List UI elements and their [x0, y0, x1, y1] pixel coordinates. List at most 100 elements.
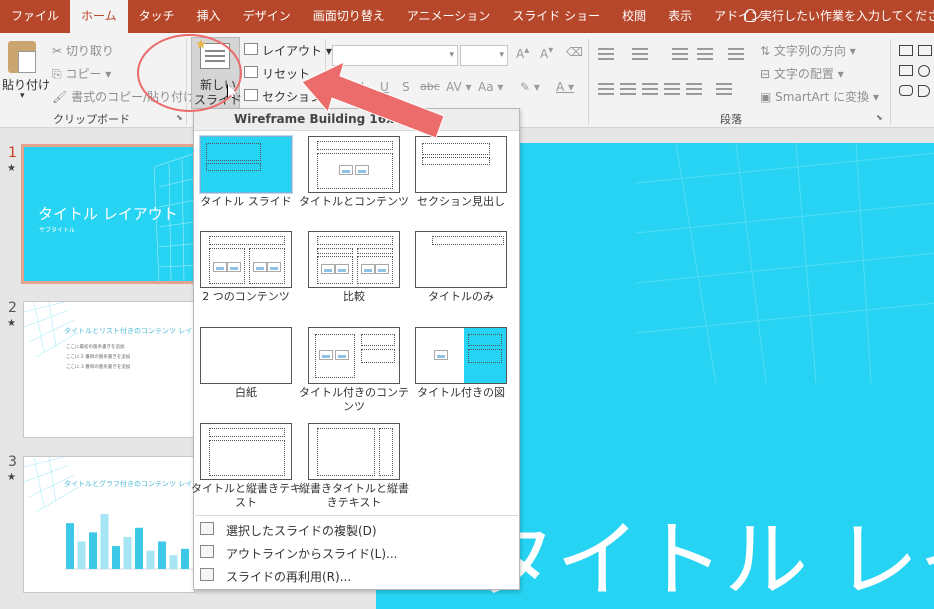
- placeholder: [361, 334, 395, 346]
- menu-item-label: アウトラインからスライド(L)...: [226, 547, 398, 561]
- shrink-font-icon[interactable]: A▾: [540, 45, 553, 61]
- chart-icon: [227, 262, 241, 272]
- paste-button[interactable]: 貼り付け: [2, 76, 50, 93]
- layout-label: 縦書きタイトルと縦書きテキスト: [299, 482, 409, 509]
- font-color-icon[interactable]: A ▾: [556, 80, 574, 94]
- main-slide-title[interactable]: タイトル レイアウト: [472, 493, 934, 609]
- decrease-indent-icon[interactable]: [672, 48, 688, 60]
- slide-number-2: 2: [8, 300, 17, 316]
- tab-animations[interactable]: アニメーション: [396, 0, 502, 33]
- tab-view[interactable]: 表示: [657, 0, 703, 33]
- align-text-button[interactable]: ⊟ 文字の配置 ▾: [760, 65, 844, 82]
- thumb-bullet: ここに 3 番目の箇条書きを追加: [66, 365, 131, 370]
- slide-thumbnail-3[interactable]: タイトルとグラフ付きのコンテンツ レイアウト: [23, 456, 195, 593]
- lightbulb-icon: [745, 9, 756, 22]
- layout-blank[interactable]: [200, 327, 292, 384]
- text-box-shape-icon[interactable]: [899, 45, 913, 56]
- copy-button[interactable]: ⎘ コピー ▾: [52, 65, 111, 82]
- annotation-arrow: [301, 61, 445, 139]
- reuse-slides-icon: [200, 568, 214, 581]
- layout-button[interactable]: レイアウト ▾: [262, 42, 332, 59]
- picture-icon: [213, 262, 227, 272]
- separator: [890, 39, 891, 125]
- layout-title-vertical-text[interactable]: [200, 423, 292, 480]
- text-direction-button[interactable]: ⇅ 文字列の方向 ▾: [760, 42, 856, 59]
- tab-file[interactable]: ファイル: [0, 0, 70, 33]
- chart-bar: [77, 541, 86, 569]
- distribute-icon[interactable]: [686, 83, 702, 95]
- chart-icon: [335, 350, 349, 360]
- placeholder: [468, 349, 502, 363]
- picture-icon: [321, 264, 335, 274]
- increase-indent-icon[interactable]: [697, 48, 713, 60]
- picture-icon: [339, 165, 353, 175]
- cut-button[interactable]: ✂ 切り取り: [52, 42, 114, 59]
- layout-two-content[interactable]: [200, 231, 292, 288]
- tab-touch[interactable]: タッチ: [128, 0, 186, 33]
- reuse-slides-menu-item[interactable]: スライドの再利用(R)...: [194, 565, 519, 585]
- highlight-icon[interactable]: ✎ ▾: [520, 80, 540, 94]
- paste-icon[interactable]: [8, 41, 36, 73]
- paste-dropdown-icon[interactable]: ▾: [20, 91, 25, 101]
- rounded-rect-shape-icon[interactable]: [899, 85, 913, 96]
- paragraph-launcher-icon[interactable]: ⬊: [876, 113, 883, 122]
- thumb-title: タイトル レイアウト: [38, 205, 178, 223]
- placeholder: [468, 334, 502, 346]
- tab-transitions[interactable]: 画面切り替え: [302, 0, 396, 33]
- oval-shape-icon[interactable]: [918, 65, 930, 77]
- tell-me-box[interactable]: 実行したい作業を入力してください: [745, 0, 934, 33]
- placeholder: [357, 248, 393, 254]
- tab-home[interactable]: ホーム: [70, 0, 128, 33]
- line-spacing-icon[interactable]: [728, 48, 744, 60]
- duplicate-slide-menu-item[interactable]: 選択したスライドの複製(D): [194, 519, 519, 539]
- chart-bar: [135, 527, 143, 569]
- clear-format-icon[interactable]: ⌫: [566, 45, 583, 59]
- layout-label: タイトルと縦書きテキスト: [191, 482, 301, 509]
- placeholder: [317, 236, 393, 245]
- layout-label: 白紙: [235, 386, 257, 399]
- align-center-icon[interactable]: [620, 83, 636, 95]
- rectangle2-shape-icon[interactable]: [899, 65, 913, 76]
- slide-thumbnail-2[interactable]: タイトルとリスト付きのコンテンツ レイアウト ここに最初の箇条書きを追加 ここに…: [23, 301, 195, 438]
- tab-insert[interactable]: 挿入: [186, 0, 232, 33]
- rectangle-shape-icon[interactable]: [918, 45, 932, 56]
- chart-icon: [335, 264, 349, 274]
- layout-content-with-caption[interactable]: [308, 327, 400, 384]
- tab-review[interactable]: 校閲: [611, 0, 657, 33]
- slides-from-outline-menu-item[interactable]: アウトラインからスライド(L)...: [194, 542, 519, 562]
- tab-design[interactable]: デザイン: [232, 0, 302, 33]
- numbering-icon[interactable]: [632, 48, 648, 60]
- layout-title-slide[interactable]: [200, 136, 292, 193]
- picture-icon: [361, 264, 375, 274]
- arc-shape-icon[interactable]: [918, 85, 930, 97]
- smartart-button[interactable]: ▣ SmartArt に変換 ▾: [760, 88, 879, 105]
- animation-star-icon: ★: [7, 163, 16, 174]
- layout-label: 2 つのコンテンツ: [202, 290, 290, 303]
- text-direction-label: 文字列の方向: [773, 44, 846, 58]
- columns-icon[interactable]: [716, 83, 732, 95]
- layout-vertical-title-text[interactable]: [308, 423, 400, 480]
- justify-icon[interactable]: [664, 83, 680, 95]
- placeholder: [317, 428, 375, 476]
- slide-thumbnail-1[interactable]: タイトル レイアウト サブタイトル: [21, 144, 199, 284]
- paragraph-group-label: 段落: [720, 113, 742, 126]
- align-left-icon[interactable]: [598, 83, 614, 95]
- highlight-circle: [137, 34, 242, 112]
- bullets-icon[interactable]: [598, 48, 614, 60]
- layout-icon: [244, 43, 258, 55]
- picture-icon: [253, 262, 267, 272]
- layout-title-only[interactable]: [415, 231, 507, 288]
- align-right-icon[interactable]: [642, 83, 658, 95]
- tab-slideshow[interactable]: スライド ショー: [501, 0, 611, 33]
- clipboard-launcher-icon[interactable]: ⬊: [176, 113, 183, 122]
- menu-item-label: スライドの再利用(R)...: [226, 570, 352, 584]
- layout-picture-with-caption[interactable]: [415, 327, 507, 384]
- change-case-button[interactable]: Aa ▾: [478, 80, 503, 94]
- layout-label: レイアウト: [262, 44, 323, 58]
- thumb-bullet: ここに最初の箇条書きを追加: [66, 345, 125, 350]
- font-size-input[interactable]: ▾: [460, 45, 508, 66]
- chart-bar: [146, 550, 155, 569]
- layout-comparison[interactable]: [308, 231, 400, 288]
- grow-font-icon[interactable]: A▴: [516, 45, 529, 61]
- smartart-label: SmartArt に変換: [775, 90, 870, 104]
